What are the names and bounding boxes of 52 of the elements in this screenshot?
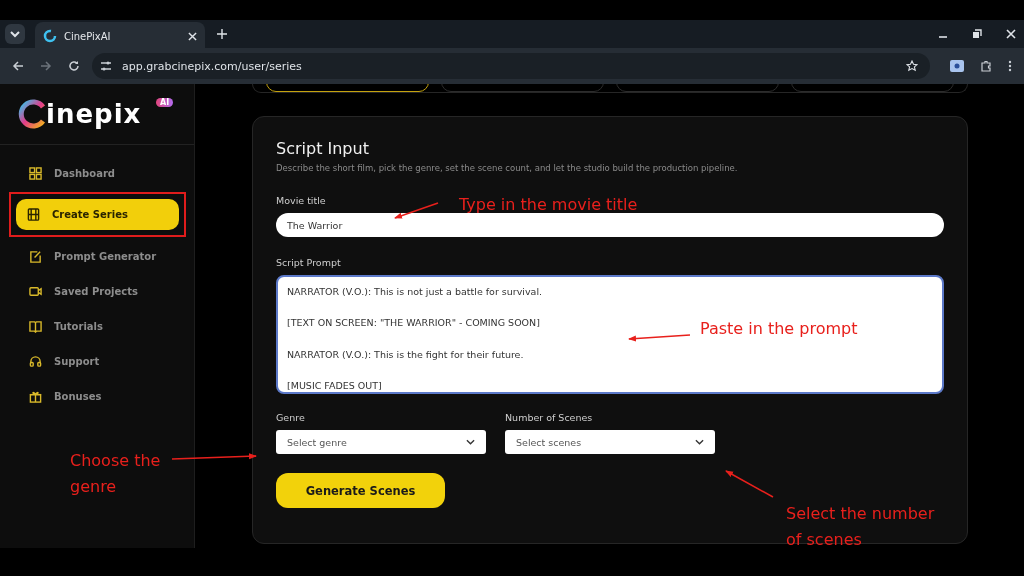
sidebar-item[interactable]: Bonuses [18,382,177,410]
annotation-text: Choose the genre [70,450,162,498]
site-settings-icon[interactable] [100,60,112,72]
annotation-arrow [394,202,439,219]
book-icon [29,319,42,333]
gift-icon [29,389,42,403]
movie-title-field[interactable]: The Warrior [276,213,944,237]
video-icon [29,284,42,298]
extensions-icon[interactable] [980,60,992,72]
screen-capture-icon[interactable] [950,60,964,72]
scenes-dropdown[interactable]: Select scenes [505,430,715,454]
film-icon [27,208,40,221]
grid-icon [29,166,42,180]
chevron-down-icon [695,439,704,445]
sidebar-item[interactable]: Prompt Generator [18,242,177,270]
logo-wordmark: inepix [46,99,142,129]
headset-icon [29,354,42,368]
chevron-down-icon [466,439,475,445]
sidebar-item[interactable]: Create Series [16,199,179,230]
logo-badge: AI [156,98,174,107]
card-title: Script Input [276,139,370,158]
back-icon[interactable] [12,60,24,72]
logo-ring-icon [18,99,48,129]
sidebar-item[interactable]: Support [18,347,177,375]
sidebar-item[interactable]: Tutorials [18,312,177,340]
restore-icon[interactable] [972,29,982,39]
generate-scenes-button[interactable]: Generate Scenes [276,473,445,508]
sidebar-item[interactable]: Saved Projects [18,277,177,305]
sidebar-item[interactable]: Dashboard [18,159,177,187]
address-bar[interactable]: app.grabcinepix.com/user/series [92,53,930,79]
new-tab-icon[interactable] [217,29,227,39]
annotation-text: Paste in the prompt [700,318,859,340]
app-logo-icon [43,29,57,43]
annotation-text: Select the number of scenes [786,503,936,551]
edit-icon [29,249,42,263]
field-label: Genre [276,412,305,423]
annotation-arrow [628,334,691,342]
tab-menu-icon[interactable] [5,24,25,44]
genre-dropdown[interactable]: Select genre [276,430,486,454]
menu-icon[interactable] [1008,60,1012,72]
annotation-arrow [725,470,774,498]
card-description: Describe the short film, pick the genre, set the scene count, and let the studio build the production pipeline. [276,163,738,173]
browser-tab[interactable]: CinePixAI [35,22,205,50]
field-label: Movie title [276,195,326,206]
bookmark-star-icon[interactable] [906,60,918,72]
field-label: Number of Scenes [505,412,593,423]
reload-icon[interactable] [68,60,80,72]
field-label: Script Prompt [276,257,341,268]
annotation-text: Type in the movie title [459,194,639,216]
close-icon[interactable] [1006,29,1016,39]
close-icon[interactable] [188,31,197,41]
forward-icon[interactable] [40,60,52,72]
